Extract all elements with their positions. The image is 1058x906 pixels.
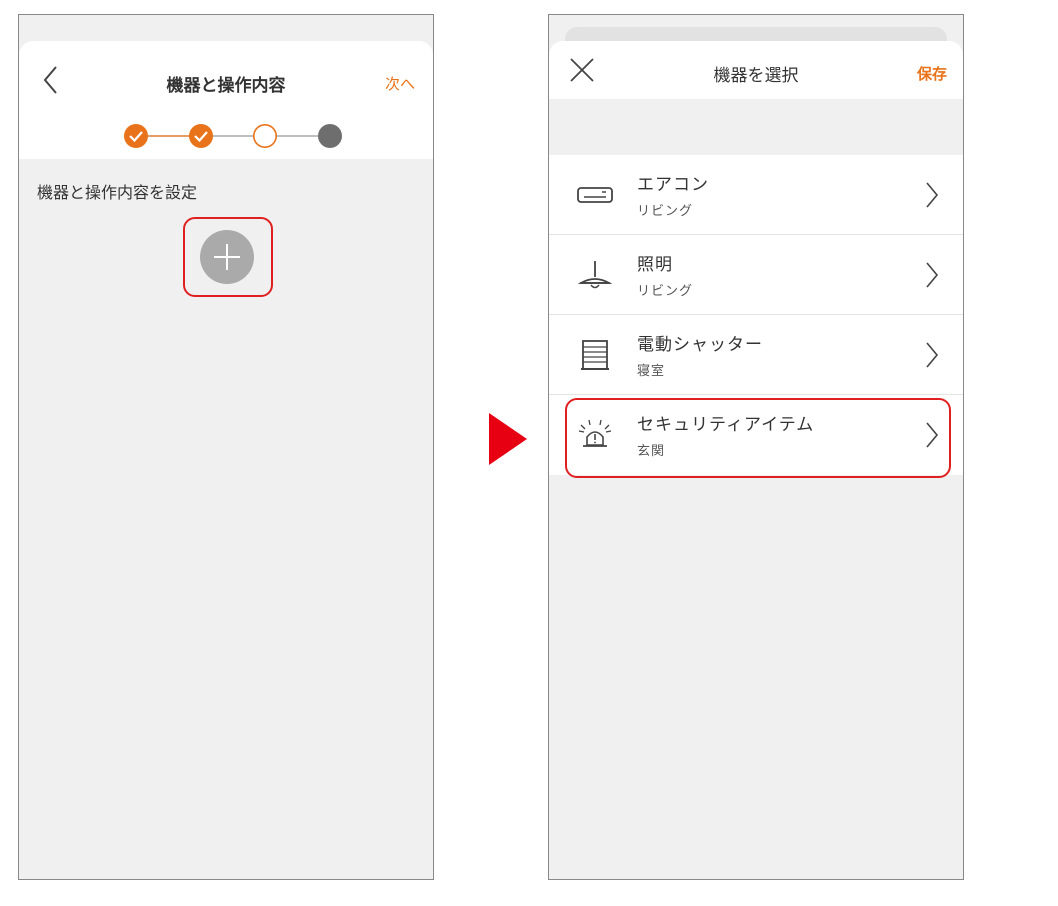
step-4-pending [318,124,342,148]
section-label: 機器と操作内容を設定 [37,183,198,202]
chevron-right-icon [926,262,939,288]
chevron-right-icon [926,182,939,208]
device-name: エアコン [637,175,709,195]
device-row-air-conditioner[interactable]: エアコン リビング [549,155,963,235]
highlight-box-security [565,398,951,478]
chevron-right-icon [926,342,939,368]
step-indicator [124,124,342,148]
device-name: 電動シャッター [637,335,763,355]
pendant-light-icon [577,261,613,289]
device-row-shutter[interactable]: 電動シャッター 寝室 [549,315,963,395]
transition-arrow-icon [489,413,527,465]
device-row-light[interactable]: 照明 リビング [549,235,963,315]
modal-header: 機器を選択 保存 [549,41,963,99]
shutter-icon [581,340,609,370]
save-button[interactable]: 保存 [917,63,947,84]
header-sheet: 機器と操作内容 次へ [19,41,433,159]
phone-screen-operation-setup: 機器と操作内容 次へ 機器と操作内容を設定 [18,14,434,880]
modal-title: 機器を選択 [713,66,799,86]
device-room: リビング [637,204,694,219]
next-button[interactable]: 次へ [385,73,415,94]
phone-screen-select-device: 機器を選択 保存 エアコン リビング 照明 リビング 電動シャッター 寝室 セキ… [548,14,964,880]
step-2-completed [189,124,213,148]
device-room: リビング [637,284,694,299]
device-name: 照明 [637,255,673,275]
air-conditioner-icon [577,187,613,203]
device-room: 寝室 [637,364,666,379]
step-3-current [253,124,278,148]
step-1-completed [124,124,148,148]
page-title: 機器と操作内容 [166,76,286,96]
add-device-button[interactable] [200,230,254,284]
